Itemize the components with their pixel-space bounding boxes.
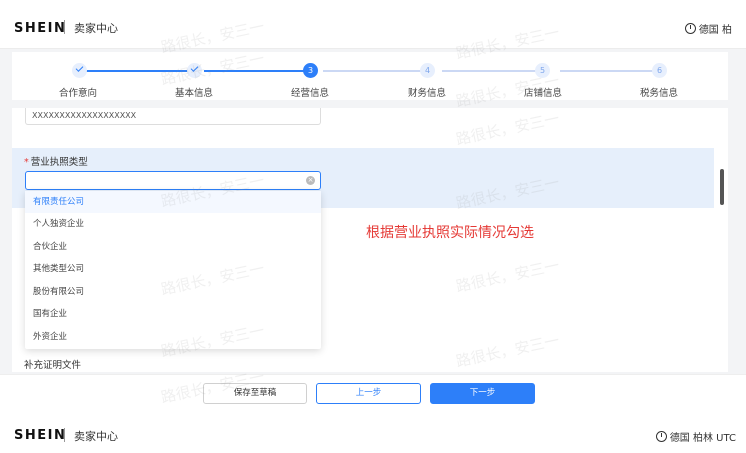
step-5-indicator: 5 xyxy=(535,63,550,78)
step-4-label: 财务信息 xyxy=(407,88,447,99)
step-connector xyxy=(204,70,309,72)
brand-logo[interactable]: SHEIN xyxy=(14,428,66,443)
option-limited-liability-company[interactable]: 有限责任公司 xyxy=(25,191,321,213)
step-2-check-icon xyxy=(187,63,202,78)
region-selector[interactable]: 德国 柏 xyxy=(684,21,732,36)
option-other-company[interactable]: 其他类型公司 xyxy=(25,258,321,280)
step-5-label: 店铺信息 xyxy=(523,88,563,99)
top-header: SHEIN 卖家中心 德国 柏 xyxy=(0,8,746,49)
license-type-dropdown: 有限责任公司 个人独资企业 合伙企业 其他类型公司 股份有限公司 国有企业 外资… xyxy=(25,191,321,349)
previous-step-button[interactable]: 上一步 xyxy=(316,383,421,404)
option-sole-proprietorship[interactable]: 个人独资企业 xyxy=(25,213,321,235)
step-connector xyxy=(442,70,546,72)
license-type-label-text: 营业执照类型 xyxy=(30,157,88,168)
step-4-indicator: 4 xyxy=(420,63,435,78)
supplementary-docs-label: 补充证明文件 xyxy=(24,360,82,371)
save-draft-button[interactable]: 保存至草稿 xyxy=(203,383,307,404)
instruction-annotation: 根据营业执照实际情况勾选 xyxy=(366,225,534,241)
license-type-select[interactable]: × xyxy=(25,171,321,190)
step-connector xyxy=(86,70,190,72)
required-mark: * xyxy=(24,157,29,168)
step-3-label: 经营信息 xyxy=(290,88,330,99)
region-selector[interactable]: 德国 柏林 UTC xyxy=(655,429,736,444)
step-2-label: 基本信息 xyxy=(174,88,214,99)
clock-icon xyxy=(684,23,696,34)
step-connector xyxy=(560,70,665,72)
clear-icon[interactable]: × xyxy=(306,176,315,185)
option-state-owned[interactable]: 国有企业 xyxy=(25,303,321,325)
step-connector xyxy=(323,70,427,72)
step-1-label: 合作意向 xyxy=(58,88,98,99)
seller-center-title: 卖家中心 xyxy=(74,22,118,35)
step-3-indicator: 3 xyxy=(303,63,318,78)
previous-field-input[interactable]: XXXXXXXXXXXXXXXXXXX xyxy=(25,108,321,125)
region-text: 德国 柏 xyxy=(698,25,732,36)
step-6-label: 税务信息 xyxy=(639,88,679,99)
option-joint-stock-company[interactable]: 股份有限公司 xyxy=(25,281,321,303)
step-1-check-icon xyxy=(72,63,87,78)
brand-logo[interactable]: SHEIN xyxy=(14,21,66,36)
step-6-indicator: 6 xyxy=(652,63,667,78)
seller-center-title: 卖家中心 xyxy=(74,430,118,443)
bottom-header: SHEIN 卖家中心 德国 柏林 UTC xyxy=(0,416,746,453)
scrollbar-thumb[interactable] xyxy=(720,169,724,205)
region-text: 德国 柏林 UTC xyxy=(669,433,736,444)
license-type-label: * 营业执照类型 xyxy=(24,154,88,168)
option-partnership[interactable]: 合伙企业 xyxy=(25,236,321,258)
step-progress: 3 4 5 6 合作意向 基本信息 经营信息 财务信息 店铺信息 税务信息 xyxy=(12,52,728,100)
clock-icon xyxy=(655,431,667,442)
option-foreign-funded[interactable]: 外资企业 xyxy=(25,326,321,348)
brand-divider xyxy=(64,20,65,34)
next-step-button[interactable]: 下一步 xyxy=(430,383,535,404)
brand-divider xyxy=(64,428,65,442)
